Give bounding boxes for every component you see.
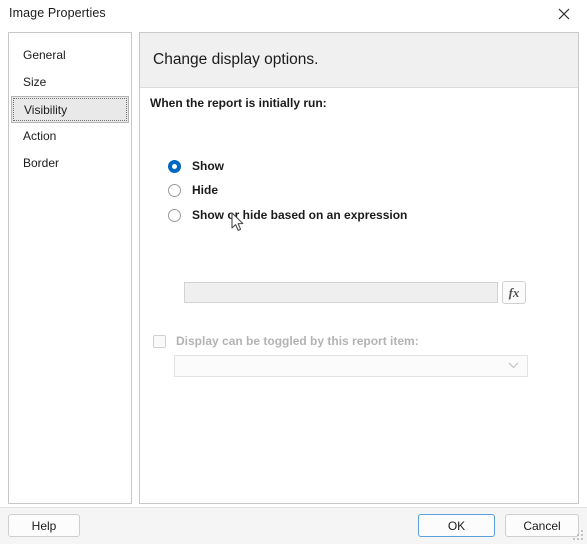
radio-hide[interactable]: Hide (168, 181, 218, 199)
chevron-down-icon (508, 362, 519, 369)
page-title: Change display options. (153, 51, 319, 68)
resize-grip[interactable] (573, 530, 584, 541)
radio-unselected-icon (168, 208, 181, 222)
sidebar-item-size[interactable]: Size (9, 69, 131, 96)
cancel-button[interactable]: Cancel (505, 514, 579, 537)
section-label: When the report is initially run: (150, 96, 327, 110)
radio-selected-icon (168, 159, 181, 173)
footer: Help OK Cancel (0, 507, 587, 544)
close-icon[interactable] (541, 0, 587, 28)
panel-header: Change display options. (140, 33, 578, 88)
toggle-item-dropdown[interactable] (174, 355, 528, 377)
main-panel: Change display options. When the report … (139, 32, 579, 504)
window-title: Image Properties (9, 6, 106, 20)
fx-icon[interactable]: fx (502, 281, 526, 304)
help-button[interactable]: Help (8, 514, 80, 537)
sidebar-item-label: Border (23, 156, 60, 170)
sidebar-item-label: Size (23, 75, 47, 89)
sidebar-item-action[interactable]: Action (9, 123, 131, 150)
radio-hide-label: Hide (192, 183, 219, 197)
sidebar-item-general[interactable]: General (9, 42, 131, 69)
sidebar-item-label: General (23, 48, 66, 62)
radio-show-label: Show (192, 159, 224, 173)
dialog-body: General Size Visibility Action Border Ch… (0, 28, 587, 507)
radio-unselected-icon (168, 183, 181, 197)
title-bar: Image Properties (0, 0, 587, 28)
sidebar-item-border[interactable]: Border (9, 150, 131, 177)
sidebar-item-label: Visibility (24, 103, 68, 117)
sidebar: General Size Visibility Action Border (8, 32, 132, 504)
sidebar-item-visibility[interactable]: Visibility (11, 96, 129, 123)
checkbox-unchecked-icon (153, 334, 166, 348)
sidebar-item-label: Action (23, 129, 57, 143)
radio-show[interactable]: Show (168, 157, 224, 175)
ok-button[interactable]: OK (418, 514, 495, 537)
radio-expression[interactable]: Show or hide based on an expression (168, 206, 407, 224)
radio-expression-label: Show or hide based on an expression (192, 208, 408, 222)
toggle-visibility-label: Display can be toggled by this report it… (176, 334, 419, 348)
expression-input[interactable] (184, 282, 498, 303)
toggle-visibility-checkbox[interactable]: Display can be toggled by this report it… (153, 333, 419, 349)
